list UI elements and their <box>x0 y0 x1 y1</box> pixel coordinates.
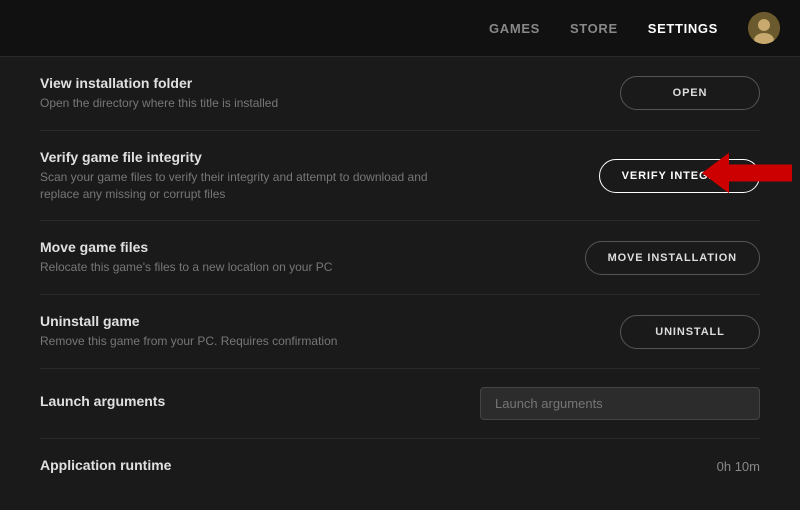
setting-row-verify-integrity: Verify game file integrity Scan your gam… <box>40 131 760 222</box>
runtime-value: 0h 10m <box>717 459 760 474</box>
setting-desc-installation-folder: Open the directory where this title is i… <box>40 95 460 112</box>
setting-desc-uninstall: Remove this game from your PC. Requires … <box>40 333 460 350</box>
setting-row-uninstall: Uninstall game Remove this game from you… <box>40 295 760 369</box>
nav-settings[interactable]: SETTINGS <box>648 21 718 36</box>
setting-info-move-files: Move game files Relocate this game's fil… <box>40 239 585 276</box>
setting-row-app-runtime: Application runtime 0h 10m <box>40 439 760 495</box>
setting-info-installation-folder: View installation folder Open the direct… <box>40 75 620 112</box>
setting-title-installation-folder: View installation folder <box>40 75 600 91</box>
setting-title-move-files: Move game files <box>40 239 565 255</box>
launch-args-input[interactable] <box>480 387 760 420</box>
setting-info-uninstall: Uninstall game Remove this game from you… <box>40 313 620 350</box>
uninstall-button[interactable]: UNINSTALL <box>620 315 760 349</box>
nav-games[interactable]: GAMES <box>489 21 540 36</box>
nav-store[interactable]: STORE <box>570 21 618 36</box>
setting-info-launch-args: Launch arguments <box>40 393 480 413</box>
setting-row-installation-folder: View installation folder Open the direct… <box>40 57 760 131</box>
top-nav: GAMES STORE SETTINGS <box>0 0 800 57</box>
setting-title-launch-args: Launch arguments <box>40 393 460 409</box>
setting-row-move-files: Move game files Relocate this game's fil… <box>40 221 760 295</box>
setting-desc-verify-integrity: Scan your game files to verify their int… <box>40 169 460 203</box>
setting-title-verify-integrity: Verify game file integrity <box>40 149 579 165</box>
setting-title-uninstall: Uninstall game <box>40 313 600 329</box>
move-installation-button[interactable]: MOVE INSTALLATION <box>585 241 760 275</box>
setting-desc-move-files: Relocate this game's files to a new loca… <box>40 259 460 276</box>
setting-info-app-runtime: Application runtime <box>40 457 717 477</box>
setting-info-verify-integrity: Verify game file integrity Scan your gam… <box>40 149 599 203</box>
open-button[interactable]: OPEN <box>620 76 760 110</box>
verify-integrity-button[interactable]: VERIFY INTEGRITY <box>599 159 760 193</box>
avatar[interactable] <box>748 12 780 44</box>
settings-content: View installation folder Open the direct… <box>0 57 800 495</box>
setting-row-launch-args: Launch arguments <box>40 369 760 439</box>
setting-title-app-runtime: Application runtime <box>40 457 697 473</box>
